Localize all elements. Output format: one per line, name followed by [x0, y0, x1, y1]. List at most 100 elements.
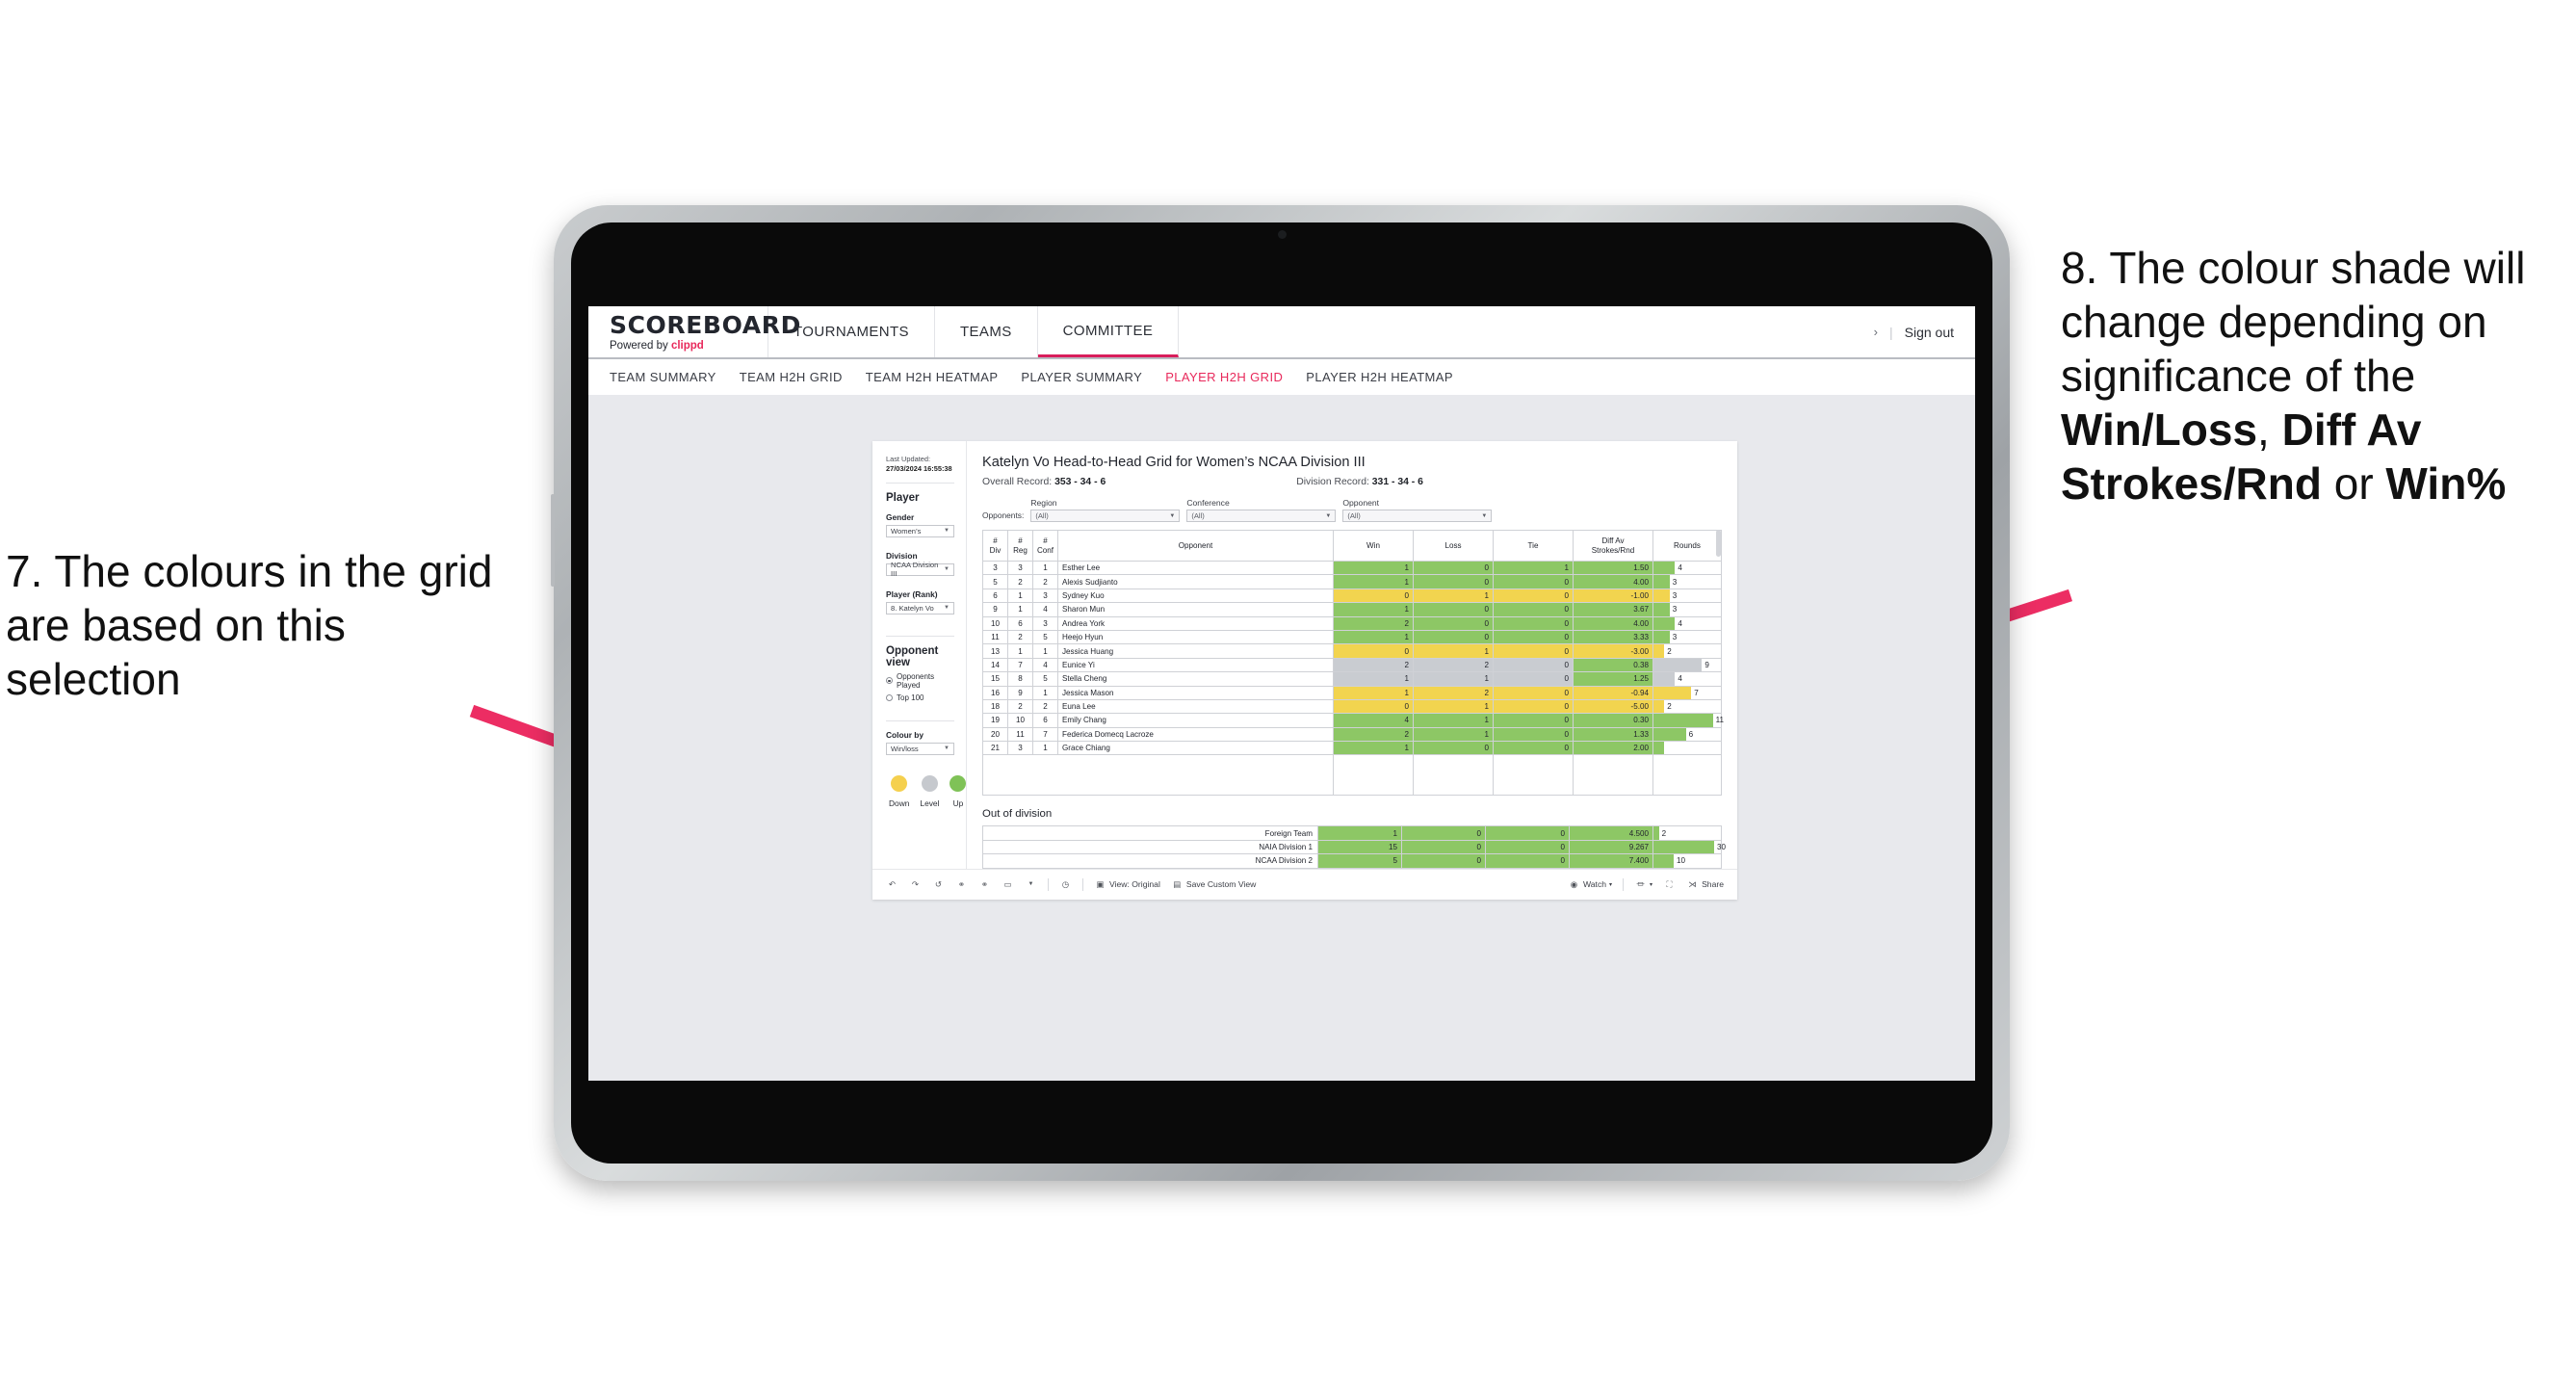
table-row[interactable]: 16 9 1 Jessica Mason 1 2 0 -0.94 7 — [982, 685, 1722, 700]
table-row[interactable]: 10 6 3 Andrea York 2 0 0 4.00 4 — [982, 615, 1722, 631]
fullscreen-icon[interactable]: ⛶ — [1663, 878, 1676, 891]
subnav-item-team-summary[interactable]: TEAM SUMMARY — [610, 370, 740, 384]
vendor-name: clippd — [670, 339, 704, 352]
table-row[interactable]: 6 1 3 Sydney Kuo 0 1 0 -1.00 3 — [982, 588, 1722, 604]
nav-item-tournaments[interactable]: TOURNAMENTS — [768, 306, 935, 357]
division-select[interactable]: NCAA Division III ▼ — [886, 561, 954, 578]
table-row[interactable]: 11 2 5 Heejo Hyun 1 0 0 3.33 3 — [982, 629, 1722, 645]
table-row[interactable]: 9 1 4 Sharon Mun 1 0 0 3.67 3 — [982, 602, 1722, 617]
subnav-item-team-h2h-grid[interactable]: TEAM H2H GRID — [740, 370, 866, 384]
cell-conf: 2 — [1032, 698, 1058, 715]
filter-opponent-select[interactable]: (All) ▼ — [1342, 510, 1493, 522]
col-reg[interactable]: # Reg — [1007, 530, 1033, 562]
out-of-division-body: Foreign Team 1 0 0 4.500 2 NAIA Division 1 15 0 0… — [982, 825, 1726, 869]
share-label: Share — [1702, 879, 1724, 890]
share-button[interactable]: ⋊ Share — [1686, 878, 1724, 891]
radio-top-100[interactable]: Top 100 — [886, 693, 954, 702]
cell-tie: 0 — [1493, 615, 1574, 631]
table-row[interactable]: 15 8 5 Stella Cheng 1 1 0 1.25 4 — [982, 671, 1722, 687]
filter-region-select[interactable]: (All) ▼ — [1030, 510, 1181, 522]
sign-out-link[interactable]: Sign out — [1905, 325, 1954, 340]
rounds-bar — [1653, 616, 1676, 630]
col-loss[interactable]: Loss — [1413, 530, 1494, 562]
table-row[interactable]: 5 2 2 Alexis Sudjianto 1 0 0 4.00 3 — [982, 574, 1722, 589]
download-button[interactable]: ⏛ ▾ — [1634, 878, 1652, 891]
cell-tie: 0 — [1485, 839, 1570, 855]
subnav-item-player-h2h-grid[interactable]: PLAYER H2H GRID — [1165, 370, 1306, 384]
cell-reg: 6 — [1007, 615, 1033, 631]
col-div[interactable]: # Div — [982, 530, 1008, 562]
application-window: SCOREBOARD Powered by clippd TOURNAMENTS… — [588, 306, 1975, 1081]
cell-diff: 0.30 — [1573, 713, 1653, 728]
revert-icon[interactable]: ↺ — [932, 878, 945, 891]
undo-icon[interactable]: ↶ — [886, 878, 898, 891]
table-row[interactable]: 13 1 1 Jessica Huang 0 1 0 -3.00 2 — [982, 643, 1722, 659]
col-rounds[interactable]: Rounds — [1652, 530, 1722, 562]
radio-opponents-played[interactable]: Opponents Played — [886, 672, 954, 690]
view-icon: ▣ — [1096, 878, 1105, 889]
chevron-down-icon: ▼ — [944, 566, 950, 573]
gender-select[interactable]: Women’s ▼ — [886, 524, 954, 537]
view-original-button[interactable]: ▣ View: Original — [1094, 878, 1159, 891]
out-of-division-row[interactable]: NCAA Division 2 5 0 0 7.400 10 — [982, 853, 1722, 869]
cell-rounds — [1652, 741, 1722, 756]
nav-item-committee[interactable]: COMMITTEE — [1037, 306, 1180, 357]
vertical-scrollbar[interactable] — [1716, 530, 1721, 557]
nav-item-teams[interactable]: TEAMS — [935, 306, 1038, 357]
cell-win: 1 — [1333, 629, 1414, 645]
cell-loss: 0 — [1413, 560, 1494, 576]
subnav-item-player-h2h-heatmap[interactable]: PLAYER H2H HEATMAP — [1306, 370, 1476, 384]
cell-tie: 0 — [1493, 629, 1574, 645]
clock-icon[interactable]: ◷ — [1059, 878, 1072, 891]
col-win[interactable]: Win — [1333, 530, 1414, 562]
filter-conference-value: (All) — [1191, 511, 1205, 520]
workspace: Last Updated: 27/03/2024 16:55:38 Player… — [588, 395, 1975, 1081]
cell-loss: 0 — [1413, 629, 1494, 645]
table-row[interactable]: 20 11 7 Federica Domecq Lacroze 2 1 0 1.33 6 — [982, 726, 1722, 743]
watch-button[interactable]: ◉ Watch ▾ — [1568, 878, 1612, 891]
chevron-down-icon: ▼ — [1169, 512, 1176, 519]
cell-tie: 0 — [1493, 602, 1574, 617]
cell-rounds: 6 — [1652, 726, 1722, 743]
out-of-division-row[interactable]: NAIA Division 1 15 0 0 9.267 30 — [982, 839, 1726, 855]
pause-refresh-icon[interactable]: ⚭ — [978, 878, 991, 891]
cell-rounds: 3 — [1652, 574, 1722, 589]
filter-opponent-value: (All) — [1347, 511, 1361, 520]
player-rank-value: 8. Katelyn Vo — [891, 603, 934, 613]
highlight-icon[interactable]: ▭ — [1002, 878, 1014, 891]
table-row[interactable]: 19 10 6 Emily Chang 4 1 0 0.30 11 — [982, 713, 1724, 728]
rounds-value: 2 — [1661, 828, 1667, 838]
redo-icon[interactable]: ↷ — [909, 878, 922, 891]
cell-opponent: Heejo Hyun — [1057, 629, 1334, 645]
brand-logo[interactable]: SCOREBOARD Powered by clippd — [588, 306, 800, 357]
subnav-item-player-summary[interactable]: PLAYER SUMMARY — [1021, 370, 1165, 384]
cell-reg: 3 — [1007, 741, 1033, 756]
table-row[interactable]: 14 7 4 Eunice Yi 2 2 0 0.38 9 — [982, 657, 1722, 673]
cell-win: 1 — [1333, 741, 1414, 756]
refresh-data-icon[interactable]: ⚭ — [955, 878, 968, 891]
highlight-dropdown-icon[interactable]: ▼ — [1025, 878, 1037, 891]
table-row[interactable]: 3 3 1 Esther Lee 1 0 1 1.50 4 — [982, 560, 1722, 576]
table-row-clipped[interactable]: 21 3 1 Grace Chiang 1 0 0 2.00 — [982, 741, 1722, 756]
col-diff[interactable]: Diff Av Strokes/Rnd — [1573, 530, 1653, 562]
cell-reg: 11 — [1007, 726, 1033, 743]
table-row[interactable]: 18 2 2 Euna Lee 0 1 0 -5.00 2 — [982, 698, 1722, 715]
cell-loss: 1 — [1413, 671, 1494, 687]
dashboard-sheet: Last Updated: 27/03/2024 16:55:38 Player… — [872, 441, 1737, 900]
col-tie[interactable]: Tie — [1493, 530, 1574, 562]
filter-conference-select[interactable]: (All) ▼ — [1186, 510, 1337, 522]
col-opponent[interactable]: Opponent — [1057, 530, 1334, 562]
col-conf[interactable]: # Conf — [1032, 530, 1058, 562]
cell-win: 1 — [1317, 825, 1402, 841]
sheet-body: Last Updated: 27/03/2024 16:55:38 Player… — [872, 441, 1737, 869]
cell-tie: 0 — [1493, 588, 1574, 604]
colour-by-select[interactable]: Win/loss ▼ — [886, 742, 954, 755]
player-section-heading: Player — [886, 491, 920, 504]
save-custom-view-button[interactable]: ▤ Save Custom View — [1171, 878, 1256, 891]
player-rank-select[interactable]: 8. Katelyn Vo ▼ — [886, 601, 954, 615]
cell-tie: 0 — [1493, 713, 1574, 728]
subnav-item-team-h2h-heatmap[interactable]: TEAM H2H HEATMAP — [866, 370, 1022, 384]
cell-diff: -5.00 — [1573, 698, 1653, 715]
chevron-right-icon[interactable]: › — [1874, 325, 1878, 339]
out-of-division-row[interactable]: Foreign Team 1 0 0 4.500 2 — [982, 825, 1722, 841]
